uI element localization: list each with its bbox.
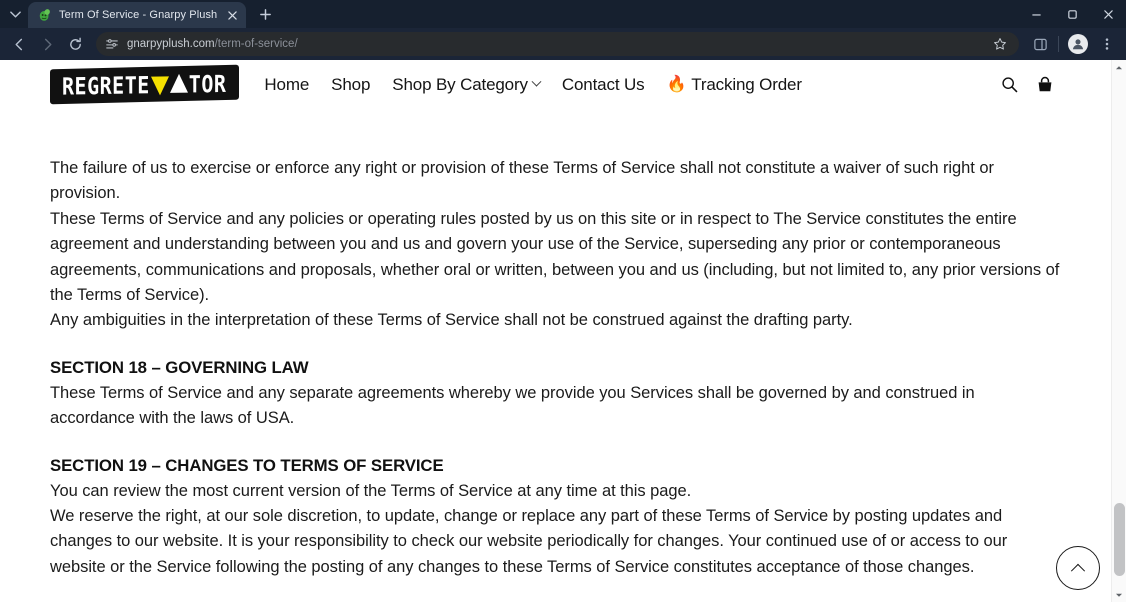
cart-icon[interactable] <box>1034 74 1056 96</box>
paragraph: The failure of us to exercise or enforce… <box>50 159 994 203</box>
paragraph: You can review the most current version … <box>50 481 692 500</box>
section-heading: SECTION 19 – CHANGES TO TERMS OF SERVICE <box>50 455 444 475</box>
nav-item-tracking-order[interactable]: 🔥 Tracking Order <box>655 75 812 95</box>
chevron-down-icon <box>531 76 542 87</box>
browser-tab[interactable]: Term Of Service - Gnarpy Plush <box>28 2 247 28</box>
tab-title: Term Of Service - Gnarpy Plush <box>59 9 218 21</box>
logo-text: REGRETE TOR <box>62 69 226 100</box>
nav-item-contact-us[interactable]: Contact Us <box>551 75 656 95</box>
nav-label: Contact Us <box>561 74 645 94</box>
main-navigation: Home Shop Shop By Category Contact Us 🔥 T… <box>253 75 998 95</box>
tab-search-icon[interactable] <box>2 2 28 26</box>
nav-item-shop-by-category[interactable]: Shop By Category <box>381 75 551 95</box>
chevron-up-icon <box>1070 563 1086 578</box>
browser-window: Term Of Service - Gnarpy Plush gnarpyplu… <box>0 0 1126 602</box>
url-text: gnarpyplush.com/term-of-service/ <box>127 38 983 50</box>
flame-icon: 🔥 <box>666 75 687 93</box>
minimize-button[interactable] <box>1018 0 1054 28</box>
scrollbar-thumb[interactable] <box>1114 503 1125 576</box>
gnarpy-plush-favicon <box>37 8 52 23</box>
nav-label: Tracking Order <box>691 74 802 94</box>
paragraph: Any ambiguities in the interpretation of… <box>50 311 853 330</box>
new-tab-button[interactable] <box>252 1 278 27</box>
logo-triangle-up-icon <box>169 73 188 93</box>
nav-item-shop[interactable]: Shop <box>320 75 381 95</box>
chrome-menu-icon[interactable] <box>1094 31 1120 57</box>
nav-label: Shop <box>331 74 371 94</box>
browser-toolbar: gnarpyplush.com/term-of-service/ <box>0 28 1126 60</box>
address-bar[interactable]: gnarpyplush.com/term-of-service/ <box>96 32 1019 56</box>
maximize-button[interactable] <box>1054 0 1090 28</box>
terms-content: The failure of us to exercise or enforce… <box>50 60 1060 602</box>
nav-item-home[interactable]: Home <box>253 75 320 95</box>
close-icon[interactable] <box>224 7 240 23</box>
window-controls <box>1018 0 1126 28</box>
reload-button[interactable] <box>62 31 88 57</box>
site-settings-icon[interactable] <box>104 37 119 52</box>
paragraph: These Terms of Service and any separate … <box>50 383 975 428</box>
toolbar-separator <box>1058 36 1059 52</box>
header-actions <box>998 74 1060 96</box>
logo-shape: REGRETE TOR <box>50 64 240 105</box>
back-to-top-button[interactable] <box>1056 546 1100 590</box>
page-viewport: The failure of us to exercise or enforce… <box>0 60 1126 602</box>
url-domain: gnarpyplush.com <box>127 38 215 50</box>
close-window-button[interactable] <box>1090 0 1126 28</box>
search-icon[interactable] <box>998 74 1020 96</box>
logo-text-part-2: TOR <box>188 69 227 98</box>
section-heading: SECTION 18 – GOVERNING LAW <box>50 357 309 377</box>
logo-text-part-1: REGRETE <box>62 70 150 101</box>
page-scrollbar[interactable] <box>1111 60 1126 602</box>
tab-strip: Term Of Service - Gnarpy Plush <box>0 0 1126 28</box>
profile-avatar[interactable] <box>1068 34 1088 54</box>
scroll-up-arrow-icon[interactable] <box>1112 60 1126 75</box>
paragraph: We reserve the right, at our sole discre… <box>50 507 1008 576</box>
site-logo[interactable]: REGRETE TOR <box>50 64 240 105</box>
nav-label: Shop By Category <box>392 74 528 94</box>
site-header: REGRETE TOR Home Shop Shop By Category Co… <box>0 60 1110 109</box>
forward-button[interactable] <box>34 31 60 57</box>
bookmark-star-icon[interactable] <box>991 35 1009 53</box>
back-button[interactable] <box>6 31 32 57</box>
url-path: /term-of-service/ <box>214 38 298 50</box>
logo-triangle-down-icon <box>150 75 169 96</box>
paragraph: These Terms of Service and any policies … <box>50 209 1060 305</box>
page-body: The failure of us to exercise or enforce… <box>0 60 1110 602</box>
split-screen-icon[interactable] <box>1027 31 1053 57</box>
scroll-down-arrow-icon[interactable] <box>1112 587 1126 602</box>
nav-label: Home <box>264 74 310 94</box>
